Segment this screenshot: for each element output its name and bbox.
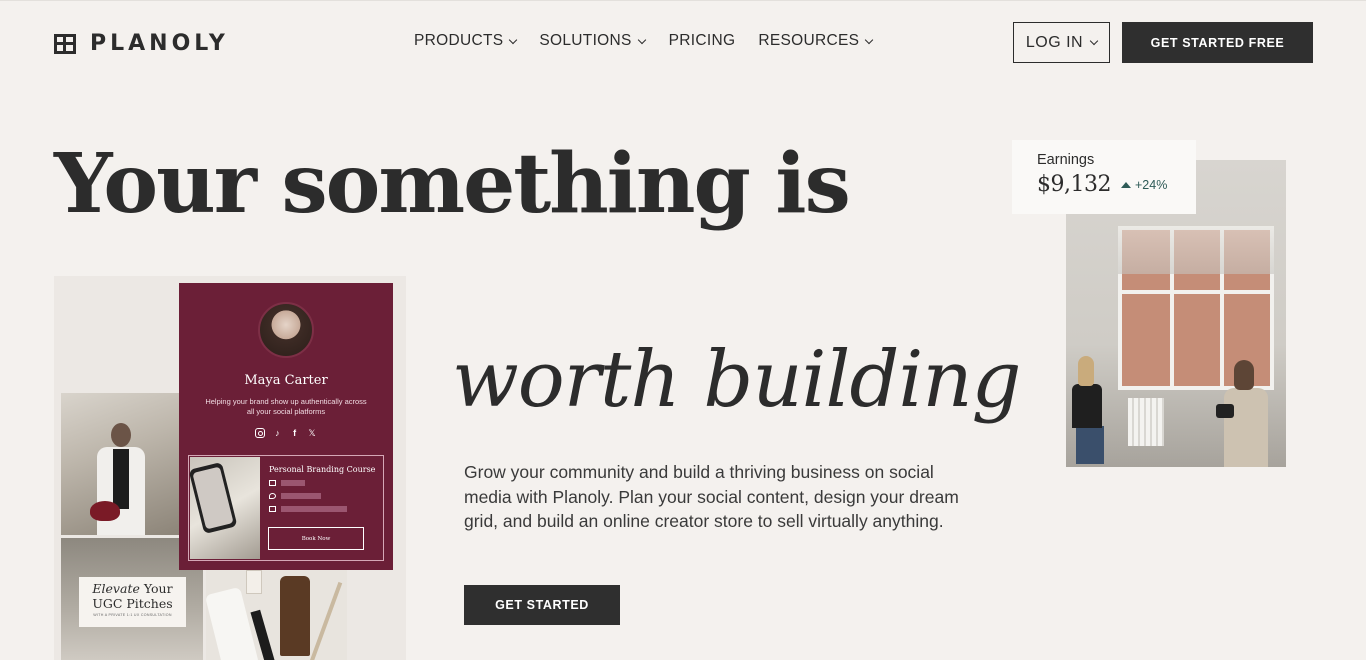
calendar-icon [269, 506, 276, 512]
nav-label: PRICING [668, 32, 736, 49]
avatar [258, 302, 314, 358]
phone-image [188, 461, 238, 535]
pitch-title-rest: Your [143, 581, 173, 596]
earnings-label: Earnings [1037, 152, 1095, 168]
get-started-free-button[interactable]: GET STARTED FREE [1122, 22, 1313, 63]
course-detail-row [269, 506, 347, 512]
x-icon[interactable]: 𝕏 [307, 428, 317, 438]
pitch-title-line2: UGC Pitches [92, 596, 173, 611]
card-icon [269, 480, 276, 486]
profile-name: Maya Carter [244, 373, 328, 388]
pitch-title: Elevate Your UGC Pitches [79, 581, 186, 611]
hero-headline-line1: Your something is [54, 136, 851, 232]
chevron-down-icon [865, 35, 874, 44]
chevron-down-icon [637, 35, 646, 44]
main-nav: PRODUCTS SOLUTIONS PRICING RESOURCES [414, 32, 874, 50]
facebook-icon[interactable]: f [290, 428, 300, 438]
nav-label: SOLUTIONS [539, 32, 632, 49]
course-product-card[interactable]: Personal Branding Course Book Now [188, 455, 384, 561]
hero-headline-line2: worth building [452, 335, 1021, 425]
logo[interactable]: PLANOLY [54, 31, 229, 56]
seated-person [1070, 356, 1104, 466]
course-detail-row [269, 480, 305, 486]
hero-description: Grow your community and build a thriving… [464, 462, 959, 531]
course-title: Personal Branding Course [269, 465, 376, 474]
chevron-down-icon [1089, 36, 1099, 46]
nav-label: RESOURCES [758, 32, 860, 49]
earnings-value: $9,132 [1037, 172, 1111, 197]
profile-tagline: Helping your brand show up authentically… [205, 397, 367, 416]
photographer [1216, 360, 1270, 467]
selfie-photo [61, 393, 180, 535]
login-label: LOG IN [1025, 33, 1084, 51]
instagram-icon[interactable] [255, 428, 265, 438]
creator-profile-card: Maya Carter Helping your brand show up a… [179, 283, 393, 570]
logo-mark-icon [54, 33, 76, 54]
handbag [90, 501, 120, 521]
camera-icon [1216, 404, 1234, 418]
site-header: PLANOLY PRODUCTS SOLUTIONS PRICING RESOU… [0, 0, 1366, 82]
chevron-down-icon [509, 35, 518, 44]
logo-text: PLANOLY [90, 31, 229, 56]
nav-label: PRODUCTS [414, 32, 504, 49]
pitch-subtitle: WITH A PRIVATE 1:1 UX CONSULTATION [93, 613, 172, 617]
arrow-up-icon [1120, 181, 1131, 188]
course-detail-row [269, 493, 321, 499]
book-now-button[interactable]: Book Now [268, 527, 364, 550]
products-photo [206, 570, 347, 660]
location-icon [269, 493, 276, 499]
nav-item-resources[interactable]: RESOURCES [758, 32, 874, 50]
get-started-button[interactable]: GET STARTED [464, 585, 620, 625]
nav-item-pricing[interactable]: PRICING [669, 32, 736, 50]
nav-item-solutions[interactable]: SOLUTIONS [539, 32, 646, 50]
earnings-change: +24% [1120, 177, 1168, 192]
ugc-pitch-card: Elevate Your UGC Pitches WITH A PRIVATE … [79, 577, 186, 627]
earnings-change-value: +24% [1134, 177, 1168, 192]
social-icons: ♪ f 𝕏 [255, 428, 317, 438]
login-button[interactable]: LOG IN [1013, 22, 1110, 63]
earnings-card: Earnings $9,132 +24% [1012, 140, 1196, 214]
nav-item-products[interactable]: PRODUCTS [414, 32, 518, 50]
radiator [1128, 398, 1164, 446]
pitch-title-italic: Elevate [92, 581, 140, 596]
tiktok-icon[interactable]: ♪ [272, 428, 282, 438]
course-photo [188, 457, 260, 559]
